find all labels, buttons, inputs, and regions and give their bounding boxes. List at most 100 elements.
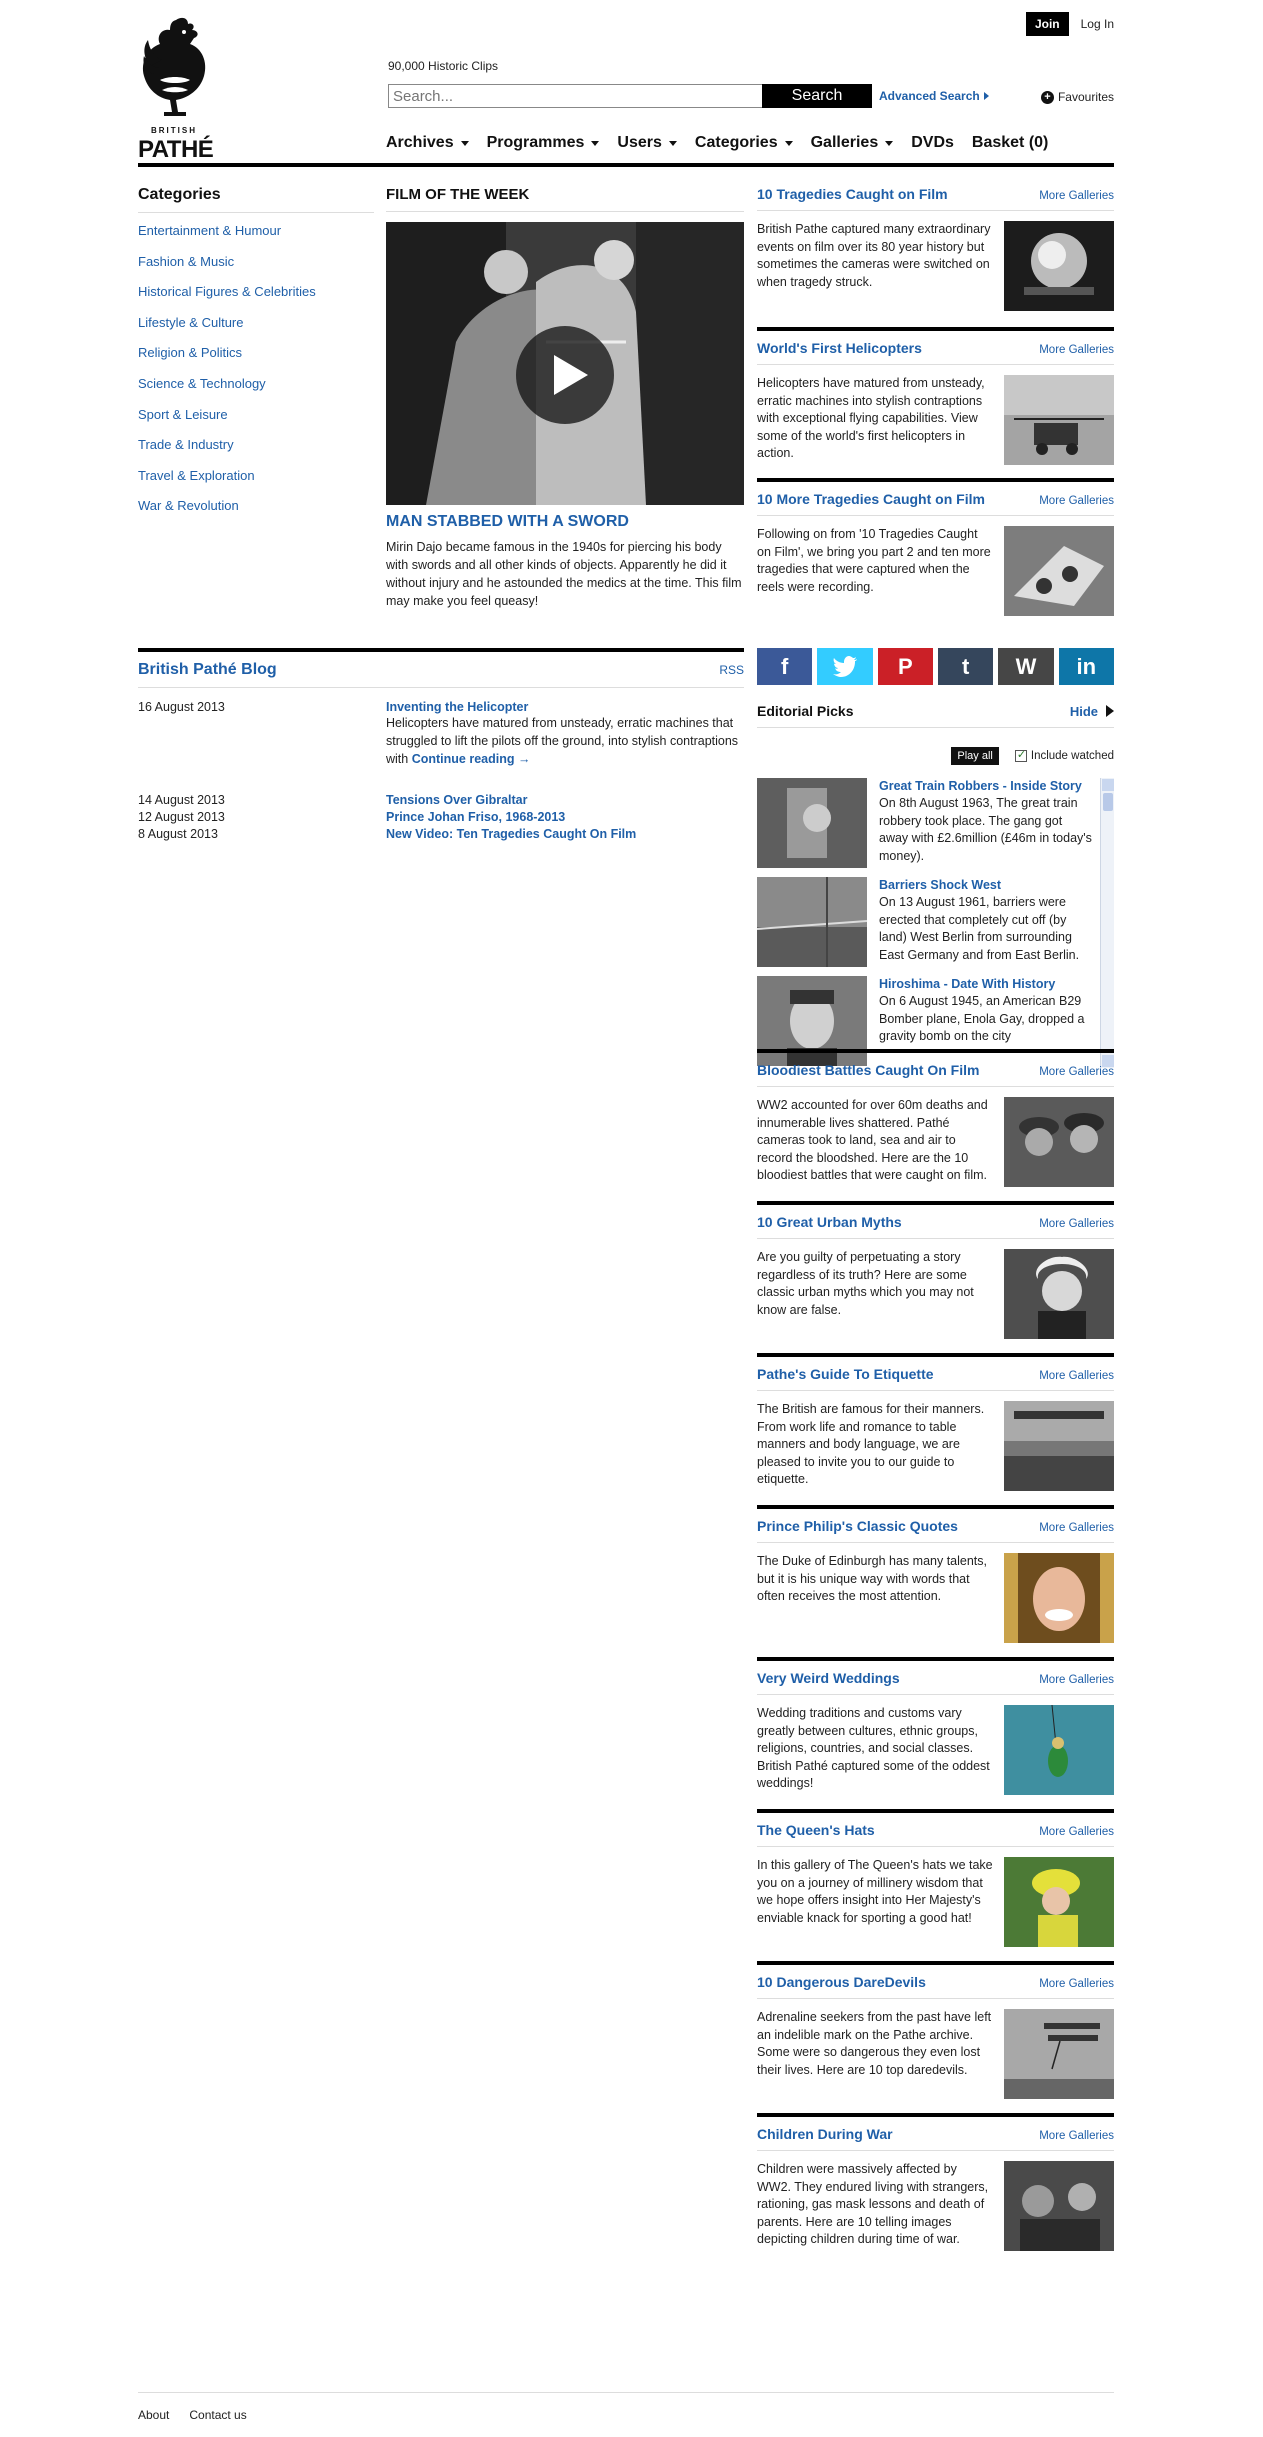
british-pathe-logo[interactable]: BRITISH PATHÉ [138,14,216,163]
editorial-item-title[interactable]: Hiroshima - Date With History [879,977,1055,991]
editorial-item[interactable]: Great Train Robbers - Inside Story On 8t… [757,778,1114,868]
nav-basket[interactable]: Basket (0) [972,134,1048,152]
contact-link[interactable]: Contact us [189,2408,246,2422]
more-galleries-link[interactable]: More Galleries [1039,1826,1114,1838]
category-link[interactable]: Lifestyle & Culture [138,314,374,331]
search-input[interactable] [388,84,764,108]
more-galleries-link[interactable]: More Galleries [1039,495,1114,507]
gallery-text: The Duke of Edinburgh has many talents, … [757,1554,987,1603]
gallery-title[interactable]: 10 Dangerous DareDevils [757,1974,926,1990]
category-link[interactable]: Science & Technology [138,375,374,392]
nav-galleries[interactable]: Galleries [811,134,894,152]
gallery-body: Are you guilty of perpetuating a story r… [757,1249,1114,1339]
blog-title[interactable]: British Pathé Blog [138,661,277,679]
join-button[interactable]: Join [1025,12,1069,36]
editorial-item-desc: On 8th August 1963, The great train robb… [879,796,1092,863]
scroll-up-icon[interactable] [1102,779,1114,791]
category-link[interactable]: Trade & Industry [138,436,374,453]
nav-archives[interactable]: Archives [386,134,469,152]
gallery-thumbnail[interactable] [1004,1553,1114,1643]
more-galleries-link[interactable]: More Galleries [1039,1370,1114,1382]
gallery-thumbnail[interactable] [1004,1097,1114,1187]
caret-down-icon [591,140,600,146]
play-icon[interactable] [516,326,614,424]
gallery-thumbnail[interactable] [1004,2009,1114,2099]
editorial-item[interactable]: Barriers Shock West On 13 August 1961, b… [757,877,1114,967]
category-link[interactable]: War & Revolution [138,497,374,514]
blog-post-link[interactable]: Inventing the Helicopter [386,700,744,714]
helicopter-image [1004,375,1114,465]
linkedin-icon[interactable]: in [1058,648,1114,685]
editorial-item-title[interactable]: Barriers Shock West [879,878,1001,892]
category-link[interactable]: Entertainment & Humour [138,222,374,239]
gallery-title[interactable]: 10 More Tragedies Caught on Film [757,491,985,507]
gallery-title[interactable]: Bloodiest Battles Caught On Film [757,1062,979,1078]
gallery-title[interactable]: Prince Philip's Classic Quotes [757,1518,958,1534]
continue-reading-link[interactable]: Continue reading → [412,752,531,766]
nav-dvds[interactable]: DVDs [911,134,954,152]
gallery-body: WW2 accounted for over 60m deaths and in… [757,1097,1114,1187]
more-galleries-link[interactable]: More Galleries [1039,1218,1114,1230]
gallery-title[interactable]: Very Weird Weddings [757,1670,900,1686]
gallery-title[interactable]: The Queen's Hats [757,1822,875,1838]
blog-post-link[interactable]: Tensions Over Gibraltar [386,793,744,807]
more-galleries-link[interactable]: More Galleries [1039,1978,1114,1990]
gallery-thumbnail[interactable] [1004,526,1114,616]
blog-post-link[interactable]: Prince Johan Friso, 1968-2013 [386,810,744,824]
play-all-button[interactable]: Play all [951,747,999,765]
editorial-thumbnail[interactable] [757,877,868,967]
more-galleries-link[interactable]: More Galleries [1039,1066,1114,1078]
include-watched-checkbox[interactable]: Include watched [1014,748,1114,762]
pinterest-icon[interactable]: P [877,648,933,685]
film-headline[interactable]: MAN STABBED WITH A SWORD [386,513,744,531]
gallery-thumbnail[interactable] [1004,1249,1114,1339]
more-galleries-link[interactable]: More Galleries [1039,1522,1114,1534]
caret-down-icon [460,140,469,146]
gallery-thumbnail[interactable] [1004,1401,1114,1491]
gallery-thumbnail[interactable] [1004,1705,1114,1795]
more-galleries-link[interactable]: More Galleries [1039,344,1114,356]
gallery-thumbnail[interactable] [1004,2161,1114,2251]
facebook-icon[interactable]: f [757,648,813,685]
gallery-thumbnail[interactable] [1004,1857,1114,1947]
scroll-thumb[interactable] [1103,793,1113,811]
editorial-item-title[interactable]: Great Train Robbers - Inside Story [879,779,1082,793]
gallery-title[interactable]: 10 Tragedies Caught on Film [757,186,948,202]
gallery-thumbnail[interactable] [1004,375,1114,465]
category-link[interactable]: Fashion & Music [138,253,374,270]
gallery-title[interactable]: Pathe's Guide To Etiquette [757,1366,934,1382]
gallery-text: British Pathe captured many extraordinar… [757,222,991,289]
film-video-thumbnail[interactable] [386,222,744,505]
gallery-title[interactable]: World's First Helicopters [757,340,922,356]
scrollbar[interactable] [1100,778,1114,1068]
login-link[interactable]: Log In [1081,17,1114,31]
category-link[interactable]: Travel & Exploration [138,467,374,484]
nav-programmes[interactable]: Programmes [487,134,600,152]
blog-post-link[interactable]: New Video: Ten Tragedies Caught On Film [386,827,744,841]
more-galleries-link[interactable]: More Galleries [1039,2130,1114,2142]
category-link[interactable]: Historical Figures & Celebrities [138,283,374,300]
more-galleries-link[interactable]: More Galleries [1039,190,1114,202]
rss-link[interactable]: RSS [719,663,744,677]
gallery-body: Wedding traditions and customs vary grea… [757,1705,1114,1795]
more-galleries-link[interactable]: More Galleries [1039,1674,1114,1686]
hide-toggle[interactable]: Hide [1070,704,1114,719]
nav-categories[interactable]: Categories [695,134,793,152]
wordpress-icon[interactable]: W [998,648,1054,685]
favourites-link[interactable]: + Favourites [1040,90,1114,104]
search-button[interactable]: Search [762,84,872,108]
gallery-text: Children were massively affected by WW2.… [757,2162,989,2246]
editorial-thumbnail[interactable] [757,778,867,868]
category-link[interactable]: Sport & Leisure [138,406,374,423]
arrow-right-icon [1106,705,1114,717]
category-link[interactable]: Religion & Politics [138,344,374,361]
gallery-title[interactable]: Children During War [757,2126,893,2142]
twitter-icon[interactable] [817,648,873,685]
about-link[interactable]: About [138,2408,169,2422]
advanced-search-link[interactable]: Advanced Search [879,89,989,103]
nav-users[interactable]: Users [617,134,677,152]
gallery-thumbnail[interactable] [1004,221,1114,311]
editorial-list[interactable]: Great Train Robbers - Inside Story On 8t… [757,778,1114,1068]
tumblr-icon[interactable]: t [937,648,994,685]
gallery-title[interactable]: 10 Great Urban Myths [757,1214,902,1230]
